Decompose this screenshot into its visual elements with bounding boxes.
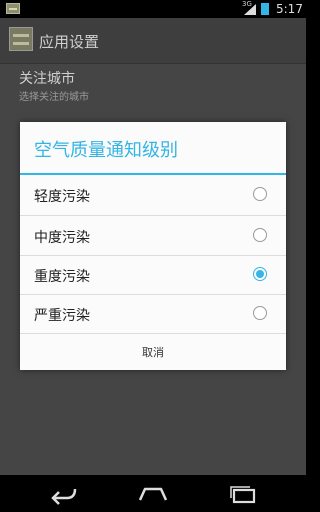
option-label: 重度污染 bbox=[34, 269, 90, 285]
page-title: 应用设置 bbox=[39, 33, 100, 51]
option-severe-pollution[interactable]: 严重污染 bbox=[20, 294, 286, 334]
navigation-bar bbox=[0, 475, 306, 512]
clock: 5:17 bbox=[276, 2, 303, 16]
preference-follow-city[interactable]: 关注城市 选择关注的城市 bbox=[0, 64, 306, 112]
option-heavy-pollution[interactable]: 重度污染 bbox=[20, 255, 286, 295]
option-label: 严重污染 bbox=[34, 308, 90, 324]
notification-icon bbox=[6, 3, 20, 14]
radio-button[interactable] bbox=[253, 187, 267, 201]
recents-icon[interactable] bbox=[223, 481, 263, 506]
dialog-title: 空气质量通知级别 bbox=[34, 140, 178, 161]
signal-icon bbox=[244, 4, 256, 15]
cancel-label: 取消 bbox=[142, 346, 164, 359]
back-icon[interactable] bbox=[45, 481, 85, 506]
radio-button-selected[interactable] bbox=[253, 267, 267, 281]
option-label: 轻度污染 bbox=[34, 189, 90, 205]
radio-button[interactable] bbox=[253, 306, 267, 320]
radio-button[interactable] bbox=[253, 228, 267, 242]
option-label: 中度污染 bbox=[34, 230, 90, 246]
cancel-button[interactable]: 取消 bbox=[20, 333, 286, 370]
air-quality-level-dialog: 空气质量通知级别 轻度污染 中度污染 重度污染 严重污染 取消 bbox=[20, 122, 286, 370]
option-light-pollution[interactable]: 轻度污染 bbox=[20, 175, 286, 215]
battery-icon bbox=[261, 3, 269, 15]
status-bar: 3G 5:17 bbox=[0, 0, 306, 18]
home-icon[interactable] bbox=[133, 481, 173, 506]
preference-title: 关注城市 bbox=[19, 71, 75, 87]
app-icon[interactable] bbox=[9, 27, 33, 51]
option-moderate-pollution[interactable]: 中度污染 bbox=[20, 216, 286, 256]
preference-summary: 选择关注的城市 bbox=[19, 92, 89, 103]
action-bar: 应用设置 bbox=[0, 18, 306, 64]
radio-selected-dot bbox=[256, 270, 264, 278]
